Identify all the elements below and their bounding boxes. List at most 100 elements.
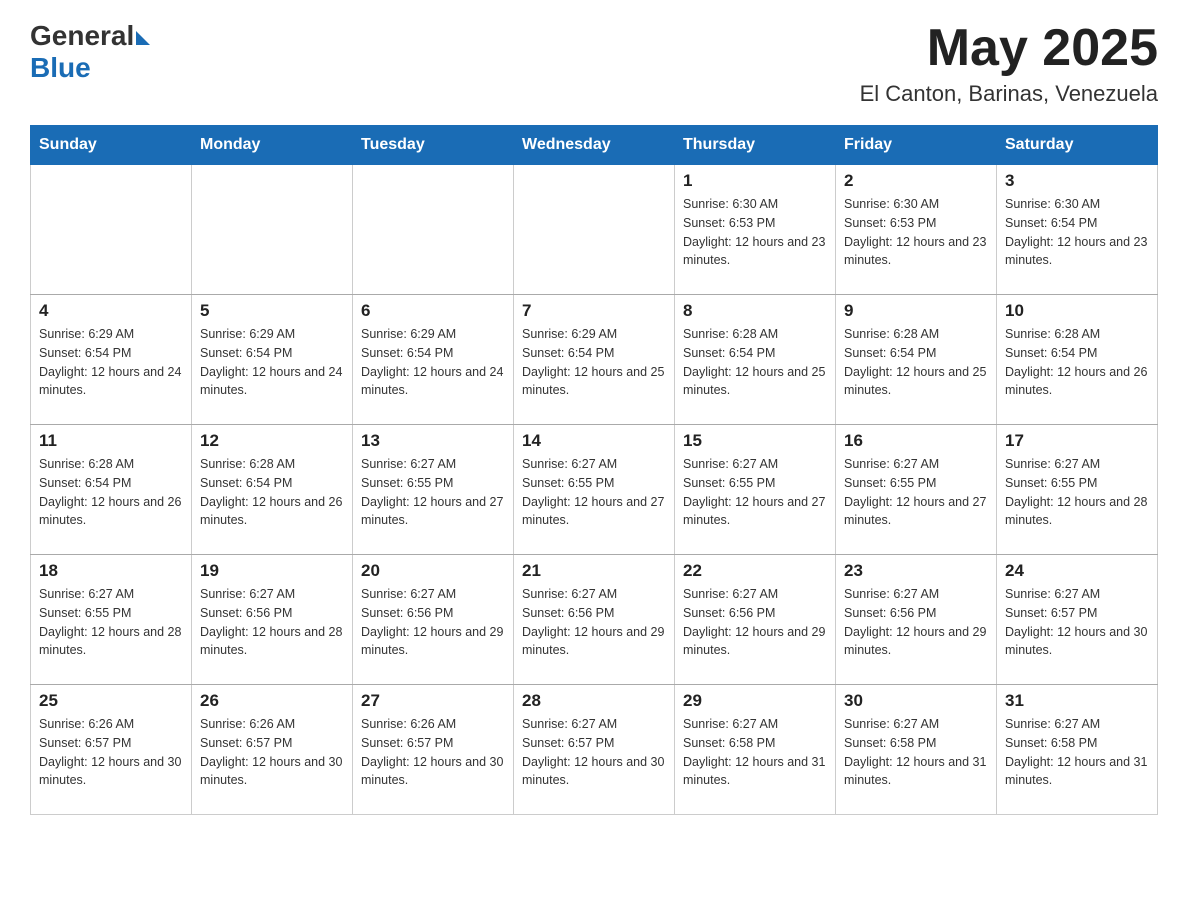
- day-number: 7: [522, 301, 666, 321]
- day-info: Sunrise: 6:27 AMSunset: 6:58 PMDaylight:…: [683, 715, 827, 790]
- day-number: 8: [683, 301, 827, 321]
- day-info: Sunrise: 6:27 AMSunset: 6:55 PMDaylight:…: [844, 455, 988, 530]
- day-number: 11: [39, 431, 183, 451]
- calendar-cell: 5 Sunrise: 6:29 AMSunset: 6:54 PMDaylight…: [192, 295, 353, 425]
- day-number: 4: [39, 301, 183, 321]
- column-header-thursday: Thursday: [675, 126, 836, 165]
- day-number: 9: [844, 301, 988, 321]
- calendar-cell: 15 Sunrise: 6:27 AMSunset: 6:55 PMDayligh…: [675, 425, 836, 555]
- day-info: Sunrise: 6:27 AMSunset: 6:57 PMDaylight:…: [1005, 585, 1149, 660]
- day-number: 26: [200, 691, 344, 711]
- calendar-week-row: 4 Sunrise: 6:29 AMSunset: 6:54 PMDaylight…: [31, 295, 1158, 425]
- day-number: 1: [683, 171, 827, 191]
- calendar-cell: [31, 165, 192, 295]
- day-info: Sunrise: 6:30 AMSunset: 6:53 PMDaylight:…: [683, 195, 827, 270]
- day-info: Sunrise: 6:27 AMSunset: 6:55 PMDaylight:…: [683, 455, 827, 530]
- calendar-cell: 20 Sunrise: 6:27 AMSunset: 6:56 PMDayligh…: [353, 555, 514, 685]
- day-info: Sunrise: 6:27 AMSunset: 6:55 PMDaylight:…: [39, 585, 183, 660]
- day-number: 5: [200, 301, 344, 321]
- calendar-cell: 18 Sunrise: 6:27 AMSunset: 6:55 PMDayligh…: [31, 555, 192, 685]
- day-info: Sunrise: 6:28 AMSunset: 6:54 PMDaylight:…: [1005, 325, 1149, 400]
- calendar-cell: 2 Sunrise: 6:30 AMSunset: 6:53 PMDaylight…: [836, 165, 997, 295]
- day-number: 23: [844, 561, 988, 581]
- calendar-cell: 22Sunrise: 6:27 AMSunset: 6:56 PMDayligh…: [675, 555, 836, 685]
- day-info: Sunrise: 6:27 AMSunset: 6:56 PMDaylight:…: [683, 585, 827, 660]
- day-info: Sunrise: 6:28 AMSunset: 6:54 PMDaylight:…: [683, 325, 827, 400]
- calendar-cell: 30 Sunrise: 6:27 AMSunset: 6:58 PMDayligh…: [836, 685, 997, 815]
- calendar-cell: 19Sunrise: 6:27 AMSunset: 6:56 PMDayligh…: [192, 555, 353, 685]
- column-header-tuesday: Tuesday: [353, 126, 514, 165]
- calendar-cell: 10 Sunrise: 6:28 AMSunset: 6:54 PMDayligh…: [997, 295, 1158, 425]
- day-info: Sunrise: 6:27 AMSunset: 6:55 PMDaylight:…: [522, 455, 666, 530]
- day-number: 16: [844, 431, 988, 451]
- calendar-cell: 6Sunrise: 6:29 AMSunset: 6:54 PMDaylight…: [353, 295, 514, 425]
- calendar-cell: 24 Sunrise: 6:27 AMSunset: 6:57 PMDayligh…: [997, 555, 1158, 685]
- day-number: 21: [522, 561, 666, 581]
- title-block: May 2025 El Canton, Barinas, Venezuela: [860, 20, 1158, 107]
- calendar-cell: 1 Sunrise: 6:30 AMSunset: 6:53 PMDaylight…: [675, 165, 836, 295]
- calendar-cell: 17 Sunrise: 6:27 AMSunset: 6:55 PMDayligh…: [997, 425, 1158, 555]
- day-info: Sunrise: 6:28 AMSunset: 6:54 PMDaylight:…: [844, 325, 988, 400]
- day-number: 31: [1005, 691, 1149, 711]
- calendar-cell: 21Sunrise: 6:27 AMSunset: 6:56 PMDayligh…: [514, 555, 675, 685]
- calendar-cell: [192, 165, 353, 295]
- day-info: Sunrise: 6:27 AMSunset: 6:56 PMDaylight:…: [361, 585, 505, 660]
- calendar-week-row: 18 Sunrise: 6:27 AMSunset: 6:55 PMDayligh…: [31, 555, 1158, 685]
- logo-triangle-icon: [136, 31, 150, 45]
- calendar-week-row: 25Sunrise: 6:26 AMSunset: 6:57 PMDayligh…: [31, 685, 1158, 815]
- calendar-cell: 26 Sunrise: 6:26 AMSunset: 6:57 PMDayligh…: [192, 685, 353, 815]
- calendar-week-row: 1 Sunrise: 6:30 AMSunset: 6:53 PMDaylight…: [31, 165, 1158, 295]
- day-number: 29: [683, 691, 827, 711]
- day-number: 17: [1005, 431, 1149, 451]
- calendar-cell: 31 Sunrise: 6:27 AMSunset: 6:58 PMDayligh…: [997, 685, 1158, 815]
- day-number: 2: [844, 171, 988, 191]
- day-info: Sunrise: 6:28 AMSunset: 6:54 PMDaylight:…: [200, 455, 344, 530]
- calendar-cell: 8 Sunrise: 6:28 AMSunset: 6:54 PMDaylight…: [675, 295, 836, 425]
- calendar-cell: 12Sunrise: 6:28 AMSunset: 6:54 PMDayligh…: [192, 425, 353, 555]
- calendar-cell: 25Sunrise: 6:26 AMSunset: 6:57 PMDayligh…: [31, 685, 192, 815]
- calendar-week-row: 11 Sunrise: 6:28 AMSunset: 6:54 PMDayligh…: [31, 425, 1158, 555]
- day-number: 30: [844, 691, 988, 711]
- calendar-cell: 23Sunrise: 6:27 AMSunset: 6:56 PMDayligh…: [836, 555, 997, 685]
- calendar-cell: 7 Sunrise: 6:29 AMSunset: 6:54 PMDaylight…: [514, 295, 675, 425]
- column-header-sunday: Sunday: [31, 126, 192, 165]
- day-info: Sunrise: 6:27 AMSunset: 6:58 PMDaylight:…: [844, 715, 988, 790]
- day-info: Sunrise: 6:27 AMSunset: 6:55 PMDaylight:…: [1005, 455, 1149, 530]
- day-number: 14: [522, 431, 666, 451]
- calendar-header-row: SundayMondayTuesdayWednesdayThursdayFrid…: [31, 126, 1158, 165]
- calendar-cell: 13Sunrise: 6:27 AMSunset: 6:55 PMDayligh…: [353, 425, 514, 555]
- logo-blue-text: Blue: [30, 52, 91, 84]
- day-number: 6: [361, 301, 505, 321]
- location-subtitle: El Canton, Barinas, Venezuela: [860, 81, 1158, 107]
- day-number: 13: [361, 431, 505, 451]
- day-number: 19: [200, 561, 344, 581]
- day-number: 15: [683, 431, 827, 451]
- column-header-wednesday: Wednesday: [514, 126, 675, 165]
- day-number: 28: [522, 691, 666, 711]
- day-info: Sunrise: 6:27 AMSunset: 6:58 PMDaylight:…: [1005, 715, 1149, 790]
- calendar-cell: 11 Sunrise: 6:28 AMSunset: 6:54 PMDayligh…: [31, 425, 192, 555]
- day-info: Sunrise: 6:30 AMSunset: 6:54 PMDaylight:…: [1005, 195, 1149, 270]
- day-number: 24: [1005, 561, 1149, 581]
- day-number: 27: [361, 691, 505, 711]
- day-info: Sunrise: 6:29 AMSunset: 6:54 PMDaylight:…: [200, 325, 344, 400]
- day-info: Sunrise: 6:30 AMSunset: 6:53 PMDaylight:…: [844, 195, 988, 270]
- column-header-saturday: Saturday: [997, 126, 1158, 165]
- day-info: Sunrise: 6:28 AMSunset: 6:54 PMDaylight:…: [39, 455, 183, 530]
- calendar-cell: 3Sunrise: 6:30 AMSunset: 6:54 PMDaylight…: [997, 165, 1158, 295]
- day-info: Sunrise: 6:26 AMSunset: 6:57 PMDaylight:…: [200, 715, 344, 790]
- day-number: 20: [361, 561, 505, 581]
- day-info: Sunrise: 6:29 AMSunset: 6:54 PMDaylight:…: [522, 325, 666, 400]
- day-info: Sunrise: 6:29 AMSunset: 6:54 PMDaylight:…: [39, 325, 183, 400]
- day-number: 18: [39, 561, 183, 581]
- calendar-cell: 9 Sunrise: 6:28 AMSunset: 6:54 PMDaylight…: [836, 295, 997, 425]
- day-number: 10: [1005, 301, 1149, 321]
- column-header-friday: Friday: [836, 126, 997, 165]
- day-info: Sunrise: 6:26 AMSunset: 6:57 PMDaylight:…: [39, 715, 183, 790]
- calendar-cell: [353, 165, 514, 295]
- day-info: Sunrise: 6:27 AMSunset: 6:57 PMDaylight:…: [522, 715, 666, 790]
- page-header: General Blue May 2025 El Canton, Barinas…: [30, 20, 1158, 107]
- calendar-cell: [514, 165, 675, 295]
- logo: General Blue: [30, 20, 150, 84]
- calendar-cell: 4 Sunrise: 6:29 AMSunset: 6:54 PMDaylight…: [31, 295, 192, 425]
